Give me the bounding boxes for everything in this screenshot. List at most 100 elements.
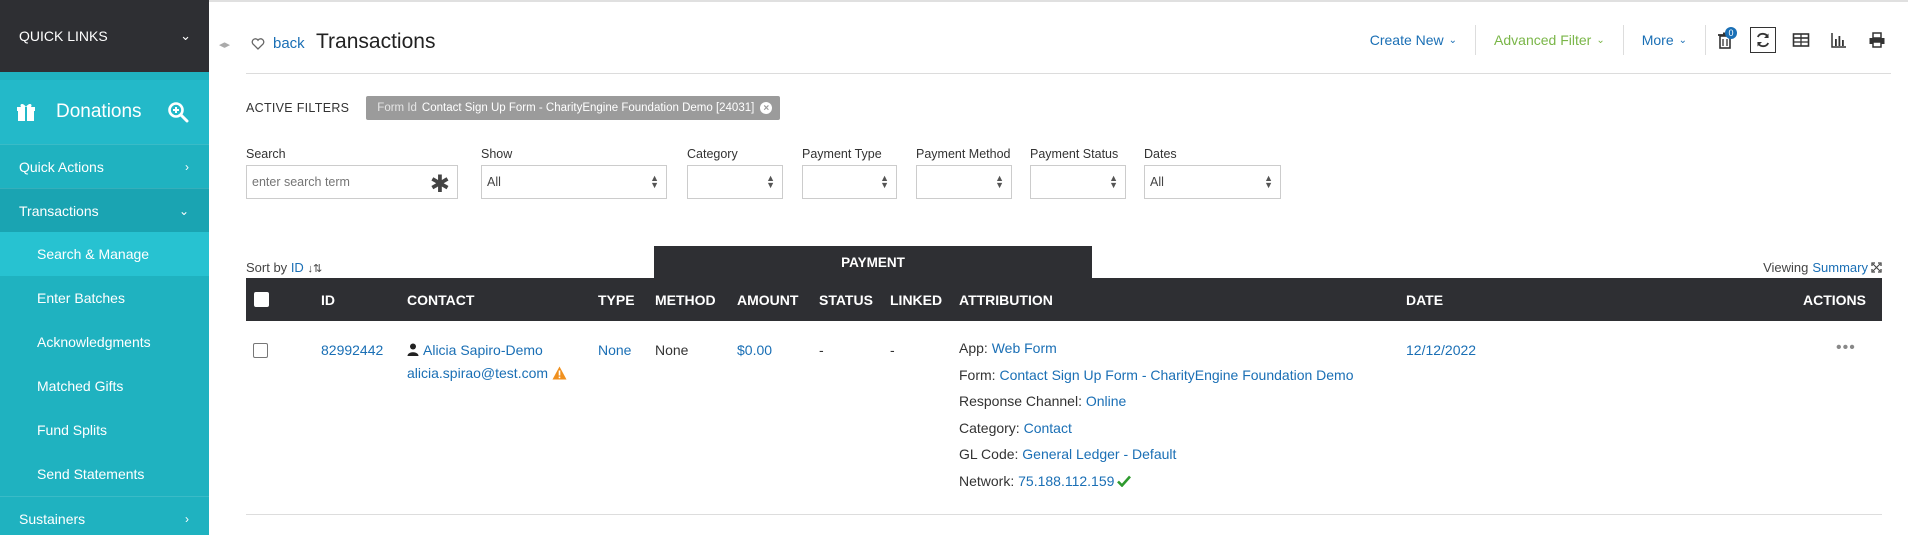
search-field[interactable]: ✱ (246, 165, 458, 199)
updown-icon: ▲ ▼ (1264, 173, 1273, 190)
contact-name-link[interactable]: Alicia Sapiro-Demo (423, 342, 543, 358)
close-icon[interactable]: × (760, 102, 773, 114)
show-filter: Show All ▲ ▼ (481, 147, 667, 199)
contact-email-link[interactable]: alicia.spirao@test.com (407, 365, 548, 381)
sort-by-label: Sort by (246, 260, 288, 275)
toolbar: Create New ⌄ Advanced Filter ⌄ More ⌄ 0 (1352, 22, 1896, 58)
table-view-button[interactable] (1782, 25, 1820, 55)
chevron-right-icon: › (185, 511, 189, 526)
column-header-attribution[interactable]: ATTRIBUTION (959, 278, 1053, 321)
sidebar-item-acknowledgments[interactable]: Acknowledgments (0, 320, 209, 364)
dates-select[interactable]: All ▲ ▼ (1144, 165, 1281, 199)
column-header-linked[interactable]: LINKED (890, 278, 942, 321)
sidebar-item-label: Send Statements (37, 466, 145, 482)
updown-icon: ▲ ▼ (880, 173, 889, 190)
chevron-down-icon: ⌄ (180, 28, 191, 43)
row-select-cell (253, 343, 268, 358)
attr-app-link[interactable]: Web Form (992, 340, 1057, 356)
sidebar-item-search-manage[interactable]: Search & Manage (0, 232, 209, 276)
column-header-type[interactable]: TYPE (598, 278, 635, 321)
advanced-filter-button[interactable]: Advanced Filter ⌄ (1476, 25, 1624, 55)
sidebar-item-quick-actions[interactable]: Quick Actions › (0, 144, 209, 188)
sidebar-item-label: Fund Splits (37, 422, 108, 438)
row-checkbox[interactable] (253, 343, 268, 358)
bar-chart-icon (1831, 33, 1846, 48)
payment-method-select[interactable]: ▲ ▼ (916, 165, 1012, 199)
attr-form-link[interactable]: Contact Sign Up Form - CharityEngine Fou… (999, 367, 1353, 383)
sort-direction-icon[interactable]: ↓⇅ (307, 263, 322, 275)
sidebar-item-matched-gifts[interactable]: Matched Gifts (0, 364, 209, 408)
module-header[interactable]: Donations (0, 80, 209, 144)
attr-channel-link[interactable]: Online (1086, 393, 1126, 409)
payment-method-filter: Payment Method ▲ ▼ (916, 147, 1012, 199)
transaction-id-link[interactable]: 82992442 (321, 342, 383, 358)
refresh-button[interactable] (1744, 25, 1782, 55)
chevron-right-icon: › (185, 159, 189, 174)
updown-icon: ▲ ▼ (1109, 173, 1118, 190)
column-header-contact[interactable]: CONTACT (407, 278, 474, 321)
print-icon (1869, 32, 1885, 48)
quick-links-toggle[interactable]: QUICK LINKS ⌄ (0, 0, 209, 72)
column-header-id[interactable]: ID (321, 278, 335, 321)
payment-status-select[interactable]: ▲ ▼ (1030, 165, 1126, 199)
row-actions-menu-icon[interactable]: ••• (1836, 339, 1856, 357)
search-input[interactable] (252, 175, 422, 189)
select-all-cell (254, 278, 269, 321)
create-new-button[interactable]: Create New ⌄ (1352, 25, 1477, 55)
show-label: Show (481, 147, 513, 161)
more-button[interactable]: More ⌄ (1624, 25, 1706, 55)
refresh-icon (1750, 27, 1776, 53)
payment-type-select[interactable]: ▲ ▼ (802, 165, 897, 199)
attr-app-label: App: (959, 340, 988, 356)
column-header-status[interactable]: STATUS (819, 278, 873, 321)
search-filter: Search ✱ (246, 147, 458, 199)
select-all-checkbox[interactable] (254, 292, 269, 307)
category-select[interactable]: ▲ ▼ (687, 165, 783, 199)
column-header-amount[interactable]: AMOUNT (737, 278, 798, 321)
attr-network-label: Network: (959, 472, 1015, 489)
attr-gl-link[interactable]: General Ledger - Default (1022, 446, 1176, 462)
column-header-date[interactable]: DATE (1406, 278, 1443, 321)
sidebar-item-send-statements[interactable]: Send Statements (0, 452, 209, 496)
viewing-mode-link[interactable]: Summary (1812, 260, 1868, 275)
amount-link[interactable]: $0.00 (737, 342, 772, 358)
warning-icon[interactable] (552, 366, 567, 380)
back-link[interactable]: back (251, 35, 305, 52)
sidebar-item-fund-splits[interactable]: Fund Splits (0, 408, 209, 452)
attr-channel-label: Response Channel: (959, 393, 1082, 409)
dates-filter: Dates All ▲ ▼ (1144, 147, 1281, 199)
viewing-label: Viewing (1763, 260, 1809, 275)
trash-button[interactable]: 0 (1706, 25, 1744, 55)
date-link[interactable]: 12/12/2022 (1406, 342, 1476, 358)
sidebar-item-transactions[interactable]: Transactions ⌄ (0, 188, 209, 232)
table-header: ID CONTACT TYPE METHOD AMOUNT STATUS LIN… (246, 278, 1882, 321)
payment-type-label: Payment Type (802, 147, 882, 161)
sidebar: QUICK LINKS ⌄ Donations Quick Actions › … (0, 0, 209, 535)
asterisk-icon[interactable]: ✱ (430, 173, 450, 197)
table-icon (1792, 33, 1810, 47)
sidebar-item-label: Matched Gifts (37, 378, 124, 394)
resize-handle-icon[interactable]: ◂▸ (219, 38, 230, 51)
heart-icon[interactable] (251, 37, 265, 51)
expand-icon[interactable] (1871, 262, 1882, 273)
attr-gl-label: GL Code: (959, 446, 1019, 462)
search-plus-icon[interactable] (167, 101, 189, 123)
payment-method-value: None (655, 342, 689, 358)
table-row: 82992442 Alicia Sapiro-Demo alicia.spira… (246, 321, 1882, 515)
attr-network-link[interactable]: 75.188.112.159 (1018, 473, 1114, 489)
print-button[interactable] (1858, 25, 1896, 55)
show-select[interactable]: All ▲ ▼ (481, 165, 667, 199)
chevron-down-icon: ⌄ (178, 203, 189, 218)
sidebar-item-sustainers[interactable]: Sustainers › (0, 496, 209, 535)
sidebar-item-enter-batches[interactable]: Enter Batches (0, 276, 209, 320)
sidebar-item-label: Enter Batches (37, 290, 125, 306)
column-header-actions: ACTIONS (1803, 291, 1866, 308)
advanced-filter-label: Advanced Filter (1494, 32, 1592, 48)
filter-chip[interactable]: Form Id Contact Sign Up Form - CharityEn… (366, 96, 781, 120)
attr-category-link[interactable]: Contact (1024, 420, 1072, 436)
payment-type-link[interactable]: None (598, 342, 631, 358)
sort-by-field[interactable]: ID (291, 260, 304, 275)
column-header-method[interactable]: METHOD (655, 278, 716, 321)
chart-view-button[interactable] (1820, 25, 1858, 55)
more-label: More (1641, 32, 1674, 48)
